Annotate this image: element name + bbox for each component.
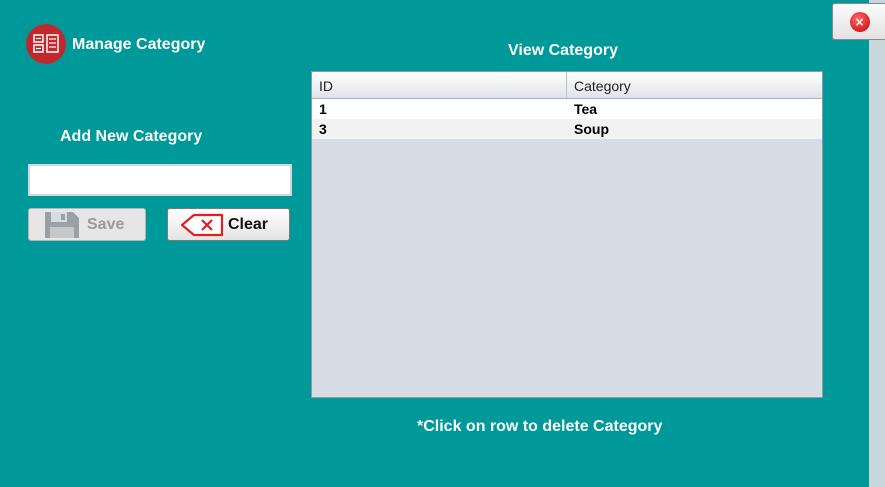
app-title: Manage Category bbox=[72, 36, 206, 53]
floppy-disk-icon bbox=[43, 210, 81, 240]
backspace-x-icon bbox=[180, 213, 224, 237]
category-table[interactable]: ID Category 1 Tea 3 Soup bbox=[311, 71, 823, 398]
cell-category: Soup bbox=[574, 121, 609, 137]
close-icon: × bbox=[849, 11, 870, 32]
cell-category: Tea bbox=[574, 101, 598, 117]
table-row[interactable]: 3 Soup bbox=[312, 119, 822, 139]
save-label: Save bbox=[87, 215, 125, 233]
category-name-input[interactable] bbox=[28, 164, 292, 196]
cell-id: 3 bbox=[319, 121, 327, 137]
column-header-id[interactable]: ID bbox=[312, 72, 567, 98]
table-body: 1 Tea 3 Soup bbox=[312, 99, 822, 139]
window-edge bbox=[869, 0, 885, 487]
category-list-icon bbox=[26, 24, 66, 64]
add-category-heading: Add New Category bbox=[60, 128, 203, 145]
view-category-heading: View Category bbox=[508, 42, 618, 59]
column-header-category[interactable]: Category bbox=[567, 72, 822, 98]
table-header: ID Category bbox=[312, 72, 822, 99]
clear-button[interactable]: Clear bbox=[167, 208, 290, 241]
table-row[interactable]: 1 Tea bbox=[312, 99, 822, 119]
save-button[interactable]: Save bbox=[28, 208, 146, 241]
cell-id: 1 bbox=[319, 101, 327, 117]
clear-label: Clear bbox=[228, 215, 269, 233]
delete-hint: *Click on row to delete Category bbox=[417, 418, 663, 435]
close-button[interactable]: × bbox=[832, 3, 885, 40]
